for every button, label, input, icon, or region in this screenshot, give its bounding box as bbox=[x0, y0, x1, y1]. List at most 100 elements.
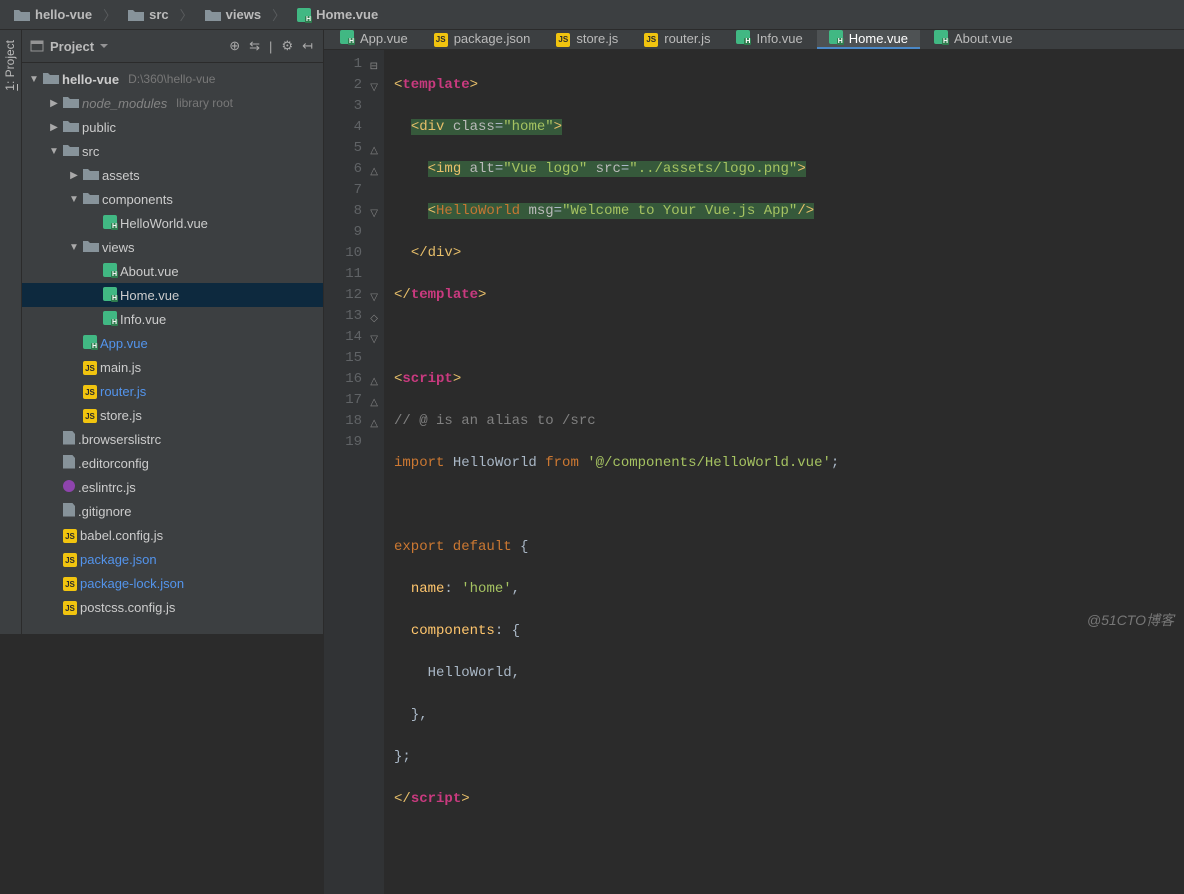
breadcrumb-item[interactable]: views bbox=[201, 5, 293, 24]
editor-tab-app-vue[interactable]: App.vue bbox=[328, 30, 420, 49]
code-editor[interactable]: 1⊟2▽345△6△78▽9101112▽13◇14▽1516△17△18△19… bbox=[324, 50, 1184, 894]
tree-item-postcss-config-js[interactable]: JSpostcss.config.js bbox=[22, 595, 323, 619]
fold-icon[interactable]: △ bbox=[370, 393, 378, 414]
locate-icon[interactable]: ⊕ bbox=[227, 36, 242, 56]
tree-arrow[interactable]: ▶ bbox=[48, 98, 60, 109]
gutter-line[interactable]: 4 bbox=[324, 117, 362, 138]
tree-item-assets[interactable]: ▶assets bbox=[22, 163, 323, 187]
fold-icon[interactable]: ▽ bbox=[370, 330, 378, 351]
divider: | bbox=[267, 37, 274, 56]
tree-arrow[interactable]: ▶ bbox=[48, 122, 60, 133]
tree-item-components[interactable]: ▼components bbox=[22, 187, 323, 211]
folder-icon bbox=[83, 167, 99, 183]
gutter-line[interactable]: 2▽ bbox=[324, 75, 362, 96]
gutter-line[interactable]: 6△ bbox=[324, 159, 362, 180]
tree-item-store-js[interactable]: JSstore.js bbox=[22, 403, 323, 427]
fold-icon[interactable]: ⊟ bbox=[370, 57, 378, 78]
fold-icon[interactable]: ▽ bbox=[370, 204, 378, 225]
purple-icon bbox=[63, 480, 75, 495]
js-icon: JS bbox=[63, 599, 77, 616]
fold-icon[interactable]: △ bbox=[370, 414, 378, 435]
folder-icon bbox=[63, 95, 79, 111]
fold-icon[interactable]: △ bbox=[370, 162, 378, 183]
vueh-icon bbox=[103, 311, 117, 328]
gutter-line[interactable]: 18△ bbox=[324, 411, 362, 432]
file-icon bbox=[63, 455, 75, 472]
tree-item-package-json[interactable]: JSpackage.json bbox=[22, 547, 323, 571]
tree-item-babel-config-js[interactable]: JSbabel.config.js bbox=[22, 523, 323, 547]
tree-item--browserslistrc[interactable]: .browserslistrc bbox=[22, 427, 323, 451]
folder-icon bbox=[43, 71, 59, 87]
tree-item--gitignore[interactable]: .gitignore bbox=[22, 499, 323, 523]
tree-item-about-vue[interactable]: About.vue bbox=[22, 259, 323, 283]
fold-icon[interactable]: ▽ bbox=[370, 288, 378, 309]
editor-tab-router-js[interactable]: JSrouter.js bbox=[632, 30, 722, 49]
breadcrumb-item[interactable]: hello-vue bbox=[10, 5, 124, 24]
editor-tab-about-vue[interactable]: About.vue bbox=[922, 30, 1025, 49]
gutter-line[interactable]: 11 bbox=[324, 264, 362, 285]
tree-label: .editorconfig bbox=[78, 456, 149, 471]
tree-item-app-vue[interactable]: App.vue bbox=[22, 331, 323, 355]
gutter-line[interactable]: 10 bbox=[324, 243, 362, 264]
gutter-line[interactable]: 8▽ bbox=[324, 201, 362, 222]
fold-icon[interactable]: △ bbox=[370, 372, 378, 393]
code-content[interactable]: <template> <div class="home"> <img alt="… bbox=[384, 50, 1184, 894]
tab-label: Info.vue bbox=[756, 31, 802, 46]
folder-icon bbox=[63, 143, 79, 159]
gutter-line[interactable]: 3 bbox=[324, 96, 362, 117]
tree-item--editorconfig[interactable]: .editorconfig bbox=[22, 451, 323, 475]
tree-arrow[interactable]: ▶ bbox=[68, 170, 80, 181]
dropdown-icon bbox=[100, 42, 108, 50]
editor-tab-home-vue[interactable]: Home.vue bbox=[817, 30, 920, 49]
breadcrumb-item[interactable]: src bbox=[124, 5, 201, 24]
tree-arrow[interactable]: ▼ bbox=[48, 146, 60, 157]
gutter-line[interactable]: 9 bbox=[324, 222, 362, 243]
fold-icon[interactable]: ◇ bbox=[370, 309, 378, 330]
tool-window-bar[interactable]: 1: Project bbox=[0, 30, 22, 634]
panel-toolbar: ⊕ ⇆ | ⚙ ↤ bbox=[227, 36, 315, 56]
tree-item--eslintrc-js[interactable]: .eslintrc.js bbox=[22, 475, 323, 499]
gutter-line[interactable]: 7 bbox=[324, 180, 362, 201]
project-tree[interactable]: ▼hello-vueD:\360\hello-vue▶node_modulesl… bbox=[22, 63, 323, 634]
gutter-line[interactable]: 12▽ bbox=[324, 285, 362, 306]
vueh-icon bbox=[829, 30, 843, 47]
hide-icon[interactable]: ↤ bbox=[300, 36, 315, 56]
file-icon bbox=[63, 503, 75, 520]
tree-item-package-lock-json[interactable]: JSpackage-lock.json bbox=[22, 571, 323, 595]
project-panel-title[interactable]: Project bbox=[30, 39, 108, 54]
editor-tab-store-js[interactable]: JSstore.js bbox=[544, 30, 630, 49]
tree-item-main-js[interactable]: JSmain.js bbox=[22, 355, 323, 379]
gutter-line[interactable]: 15 bbox=[324, 348, 362, 369]
gutter-line[interactable]: 13◇ bbox=[324, 306, 362, 327]
gutter-line[interactable]: 1⊟ bbox=[324, 54, 362, 75]
gear-icon[interactable]: ⚙ bbox=[279, 36, 295, 56]
gutter-line[interactable]: 19 bbox=[324, 432, 362, 453]
editor-tab-package-json[interactable]: JSpackage.json bbox=[422, 30, 543, 49]
tree-arrow[interactable]: ▼ bbox=[28, 74, 40, 85]
tree-item-src[interactable]: ▼src bbox=[22, 139, 323, 163]
fold-icon[interactable]: ▽ bbox=[370, 78, 378, 99]
tree-arrow[interactable]: ▼ bbox=[68, 242, 80, 253]
gutter-line[interactable]: 14▽ bbox=[324, 327, 362, 348]
tree-item-hello-vue[interactable]: ▼hello-vueD:\360\hello-vue bbox=[22, 67, 323, 91]
tree-label: .gitignore bbox=[78, 504, 131, 519]
tree-label: views bbox=[102, 240, 135, 255]
tree-item-public[interactable]: ▶public bbox=[22, 115, 323, 139]
gutter-line[interactable]: 17△ bbox=[324, 390, 362, 411]
breadcrumb-item[interactable]: Home.vue bbox=[293, 7, 397, 22]
tree-item-node-modules[interactable]: ▶node_moduleslibrary root bbox=[22, 91, 323, 115]
tree-item-router-js[interactable]: JSrouter.js bbox=[22, 379, 323, 403]
tree-label: .eslintrc.js bbox=[78, 480, 136, 495]
gutter-line[interactable]: 5△ bbox=[324, 138, 362, 159]
fold-icon[interactable]: △ bbox=[370, 141, 378, 162]
gutter-line[interactable]: 16△ bbox=[324, 369, 362, 390]
tree-item-home-vue[interactable]: Home.vue bbox=[22, 283, 323, 307]
vueh-icon bbox=[103, 287, 117, 304]
expand-icon[interactable]: ⇆ bbox=[247, 36, 262, 56]
editor-tab-info-vue[interactable]: Info.vue bbox=[724, 30, 814, 49]
project-tool-tab[interactable]: 1: Project bbox=[0, 30, 20, 101]
tree-arrow[interactable]: ▼ bbox=[68, 194, 80, 205]
tree-item-views[interactable]: ▼ views bbox=[22, 235, 323, 259]
tree-item-helloworld-vue[interactable]: HelloWorld.vue bbox=[22, 211, 323, 235]
tree-item-info-vue[interactable]: Info.vue bbox=[22, 307, 323, 331]
